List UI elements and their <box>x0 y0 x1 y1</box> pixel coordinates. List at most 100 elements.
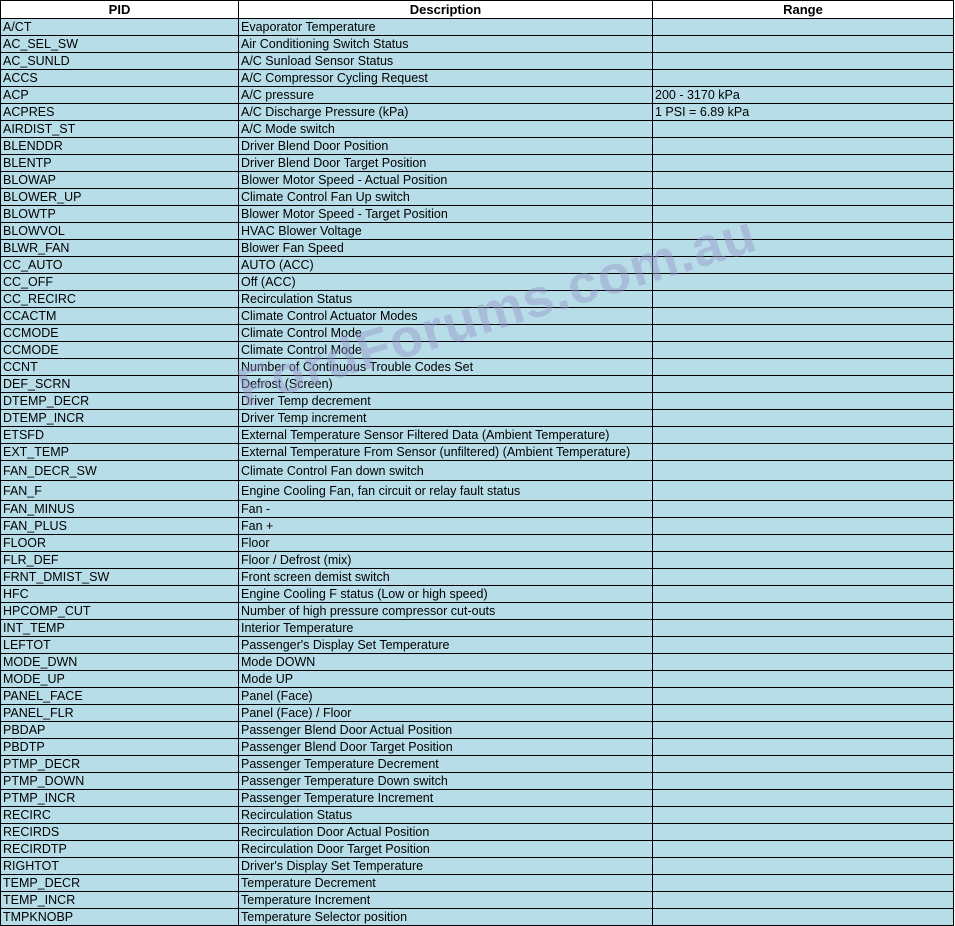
table-row: INT_TEMP Interior Temperature <box>0 619 954 637</box>
table-row: ACPRES A/C Discharge Pressure (kPa) 1 PSI … <box>0 103 954 121</box>
cell-pid: CCMODE <box>0 341 239 359</box>
cell-range <box>652 205 954 223</box>
cell-range <box>652 534 954 552</box>
cell-pid: BLENDDR <box>0 137 239 155</box>
table-row: FAN_F Engine Cooling Fan, fan circuit or … <box>0 480 954 501</box>
cell-pid: CC_AUTO <box>0 256 239 274</box>
cell-range <box>652 551 954 569</box>
cell-pid: AC_SUNLD <box>0 52 239 70</box>
cell-pid: RECIRC <box>0 806 239 824</box>
table-row: ETSFD External Temperature Sensor Filtere… <box>0 426 954 444</box>
cell-range <box>652 636 954 654</box>
table-row: CCMODE Climate Control Mode <box>0 341 954 359</box>
table-row: RIGHTOT Driver's Display Set Temperature <box>0 857 954 875</box>
cell-pid: INT_TEMP <box>0 619 239 637</box>
table-row: CC_RECIRC Recirculation Status <box>0 290 954 308</box>
table-row: BLOWVOL HVAC Blower Voltage <box>0 222 954 240</box>
cell-pid: PTMP_DECR <box>0 755 239 773</box>
cell-pid: CCMODE <box>0 324 239 342</box>
cell-range <box>652 772 954 790</box>
cell-description: Recirculation Door Actual Position <box>238 823 653 841</box>
table-row: PTMP_DOWN Passenger Temperature Down swit… <box>0 772 954 790</box>
cell-pid: BLOWVOL <box>0 222 239 240</box>
cell-range <box>652 375 954 393</box>
cell-pid: BLOWTP <box>0 205 239 223</box>
table-row: FAN_DECR_SW Climate Control Fan down swit… <box>0 460 954 481</box>
cell-range: 200 - 3170 kPa <box>652 86 954 104</box>
cell-description: Number of Continuous Trouble Codes Set <box>238 358 653 376</box>
cell-pid: TEMP_DECR <box>0 874 239 892</box>
table-row: BLOWAP Blower Motor Speed - Actual Positi… <box>0 171 954 189</box>
cell-pid: DTEMP_DECR <box>0 392 239 410</box>
table-row: BLENDDR Driver Blend Door Position <box>0 137 954 155</box>
table-row: ACP A/C pressure 200 - 3170 kPa <box>0 86 954 104</box>
cell-pid: FRNT_DMIST_SW <box>0 568 239 586</box>
cell-description: A/C pressure <box>238 86 653 104</box>
cell-pid: PTMP_INCR <box>0 789 239 807</box>
table-row: LEFTOT Passenger's Display Set Temperatur… <box>0 636 954 654</box>
cell-range <box>652 891 954 909</box>
cell-description: Recirculation Status <box>238 290 653 308</box>
table-row: PBDTP Passenger Blend Door Target Positio… <box>0 738 954 756</box>
cell-description: Climate Control Mode <box>238 324 653 342</box>
cell-range <box>652 517 954 535</box>
cell-pid: CCNT <box>0 358 239 376</box>
cell-range <box>652 69 954 87</box>
cell-range <box>652 585 954 603</box>
table-row: BLOWTP Blower Motor Speed - Target Positi… <box>0 205 954 223</box>
cell-description: Recirculation Status <box>238 806 653 824</box>
cell-pid: PTMP_DOWN <box>0 772 239 790</box>
pid-table: PID Description Range A/CT Evaporator Tem… <box>0 0 954 926</box>
table-row: FAN_PLUS Fan + <box>0 517 954 535</box>
table-row: MODE_UP Mode UP <box>0 670 954 688</box>
cell-pid: HFC <box>0 585 239 603</box>
cell-range <box>652 324 954 342</box>
cell-pid: ETSFD <box>0 426 239 444</box>
cell-description: Panel (Face) <box>238 687 653 705</box>
cell-range <box>652 687 954 705</box>
cell-description: Mode DOWN <box>238 653 653 671</box>
cell-range <box>652 619 954 637</box>
cell-description: Climate Control Mode <box>238 341 653 359</box>
cell-range <box>652 256 954 274</box>
cell-description: Climate Control Actuator Modes <box>238 307 653 325</box>
cell-pid: BLOWER_UP <box>0 188 239 206</box>
cell-pid: ACPRES <box>0 103 239 121</box>
cell-range <box>652 908 954 926</box>
cell-range <box>652 653 954 671</box>
cell-pid: RECIRDTP <box>0 840 239 858</box>
table-row: HFC Engine Cooling F status (Low or high … <box>0 585 954 603</box>
cell-description: Passenger Temperature Down switch <box>238 772 653 790</box>
cell-description: External Temperature From Sensor (unfilt… <box>238 443 653 461</box>
cell-description: Driver's Display Set Temperature <box>238 857 653 875</box>
header-row: PID Description Range <box>0 0 954 19</box>
table-row: FLOOR Floor <box>0 534 954 552</box>
cell-description: Panel (Face) / Floor <box>238 704 653 722</box>
cell-description: Engine Cooling F status (Low or high spe… <box>238 585 653 603</box>
table-row: BLWR_FAN Blower Fan Speed <box>0 239 954 257</box>
table-row: DTEMP_DECR Driver Temp decrement <box>0 392 954 410</box>
cell-range <box>652 409 954 427</box>
cell-pid: BLWR_FAN <box>0 239 239 257</box>
header-description: Description <box>238 0 653 19</box>
table-row: TEMP_DECR Temperature Decrement <box>0 874 954 892</box>
cell-range <box>652 52 954 70</box>
cell-pid: PANEL_FACE <box>0 687 239 705</box>
cell-range <box>652 460 954 481</box>
cell-pid: HPCOMP_CUT <box>0 602 239 620</box>
table-row: CC_OFF Off (ACC) <box>0 273 954 291</box>
cell-pid: PBDAP <box>0 721 239 739</box>
cell-range <box>652 443 954 461</box>
cell-range <box>652 154 954 172</box>
cell-description: Passenger Blend Door Actual Position <box>238 721 653 739</box>
table-row: A/CT Evaporator Temperature <box>0 18 954 36</box>
cell-range <box>652 480 954 501</box>
cell-pid: LEFTOT <box>0 636 239 654</box>
cell-pid: RECIRDS <box>0 823 239 841</box>
cell-range <box>652 738 954 756</box>
cell-pid: RIGHTOT <box>0 857 239 875</box>
cell-range <box>652 840 954 858</box>
cell-pid: TEMP_INCR <box>0 891 239 909</box>
cell-description: Evaporator Temperature <box>238 18 653 36</box>
cell-pid: PANEL_FLR <box>0 704 239 722</box>
